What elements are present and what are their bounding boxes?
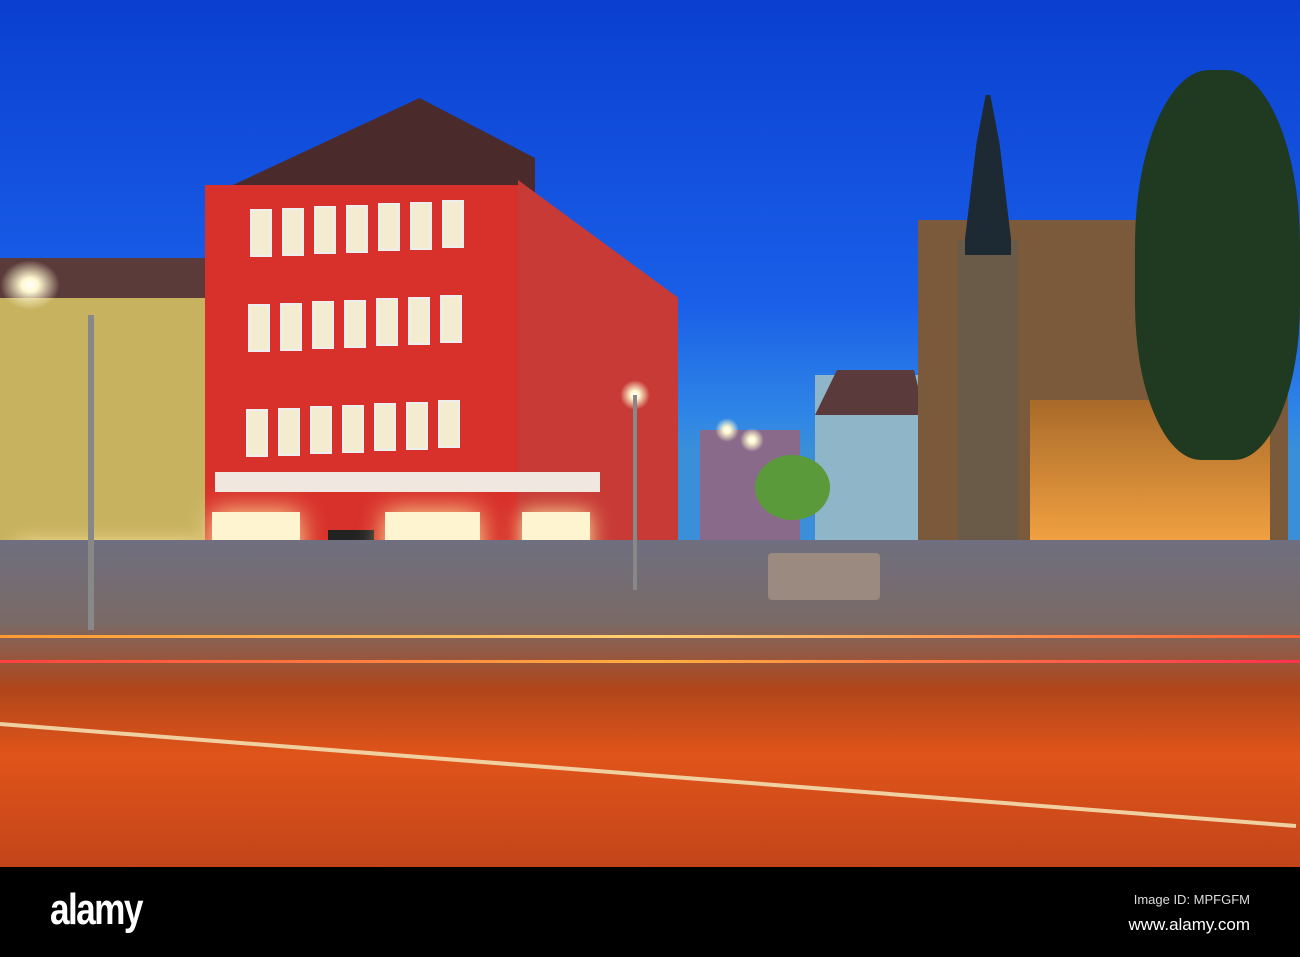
window	[406, 401, 428, 450]
window	[248, 304, 270, 352]
window	[312, 301, 334, 349]
window	[442, 200, 464, 248]
image-id: Image ID: MPFGFM	[1133, 892, 1250, 907]
photo-scene	[0, 0, 1300, 867]
window	[440, 295, 462, 343]
fountain	[768, 553, 880, 600]
window	[346, 204, 368, 253]
tree	[1135, 70, 1300, 460]
red-building-roof	[205, 98, 535, 198]
lamp-post	[633, 395, 637, 590]
window	[374, 403, 396, 451]
small-tree	[755, 455, 830, 520]
window	[342, 404, 364, 453]
street-light	[715, 418, 739, 442]
street-and-square	[0, 540, 1300, 867]
window	[314, 206, 336, 254]
window	[250, 209, 272, 257]
street-light	[740, 428, 764, 452]
window	[280, 302, 302, 351]
window	[438, 400, 460, 448]
window	[344, 299, 366, 348]
light-trail	[0, 660, 1300, 663]
window	[376, 298, 398, 346]
lamp-post	[88, 315, 94, 630]
street-light	[0, 260, 60, 310]
window	[410, 201, 432, 250]
window	[246, 409, 268, 457]
window	[278, 407, 300, 456]
alamy-logo: alamy	[50, 885, 143, 934]
website-link: www.alamy.com	[1128, 915, 1250, 934]
window	[408, 296, 430, 345]
light-trail	[0, 635, 1300, 638]
tower-spire	[965, 95, 1011, 255]
window	[378, 203, 400, 251]
clock-tower	[958, 240, 1018, 540]
window	[310, 406, 332, 454]
watermark-bar	[0, 867, 1300, 957]
white-band	[215, 472, 600, 492]
window	[282, 207, 304, 256]
